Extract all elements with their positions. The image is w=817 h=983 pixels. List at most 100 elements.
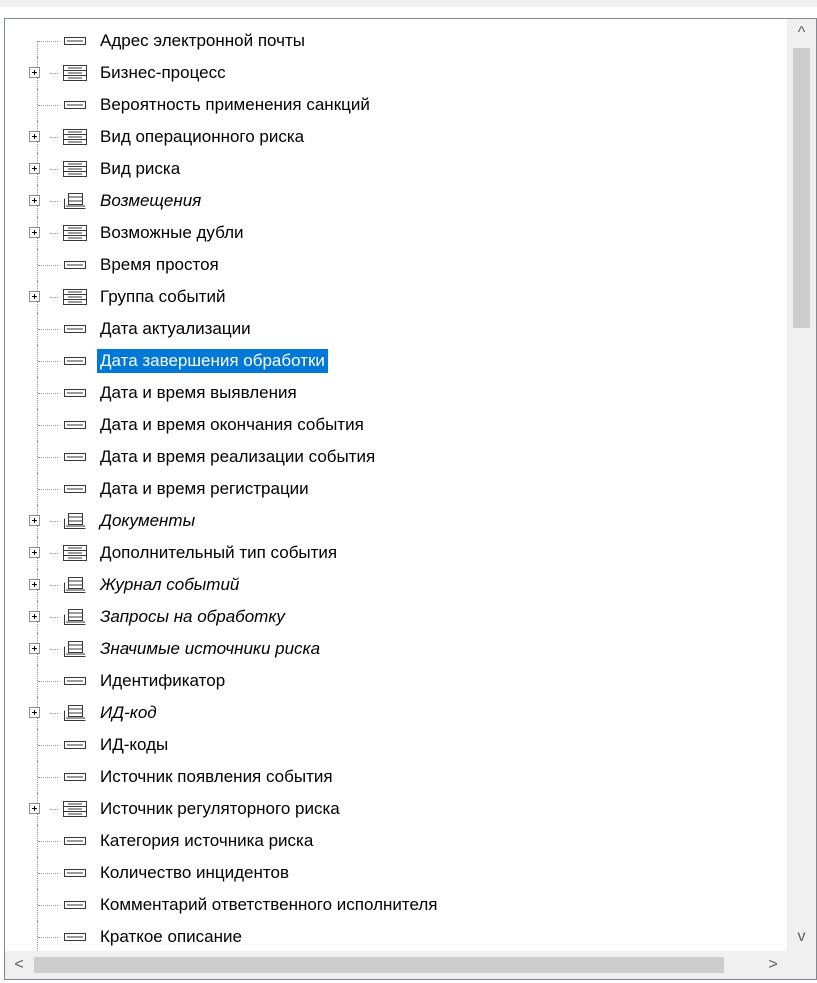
reference-icon [61, 289, 89, 305]
tree-item[interactable]: Группа событий [5, 281, 787, 313]
field-icon [61, 353, 89, 369]
scroll-down-arrow-icon[interactable]: v [787, 923, 816, 951]
field-icon [61, 865, 89, 881]
tree-item-label: Документы [100, 511, 196, 530]
expand-plus-icon[interactable] [29, 707, 40, 718]
tree-item[interactable]: Дата и время реализации события [5, 441, 787, 473]
field-tree[interactable]: Адрес электронной почты Бизнес-процесс Вер… [5, 25, 787, 952]
tree-item[interactable]: Дата и время окончания события [5, 409, 787, 441]
tree-item[interactable]: Вид операционного риска [5, 121, 787, 153]
collection-icon [61, 577, 89, 593]
tree-item[interactable]: Бизнес-процесс [5, 57, 787, 89]
tree-item[interactable]: ИД-код [5, 697, 787, 729]
tree-item[interactable]: Дата завершения обработки [5, 345, 787, 377]
tree-item-label: Источник появления события [100, 767, 333, 786]
field-icon [61, 33, 89, 49]
tree-item-label: Дата завершения обработки [97, 349, 328, 373]
tree-item-label: ИД-коды [100, 735, 169, 754]
tree-connector [38, 425, 58, 426]
reference-icon [61, 129, 89, 145]
field-icon [61, 929, 89, 945]
expand-plus-icon[interactable] [29, 643, 40, 654]
collection-icon [61, 609, 89, 625]
scroll-up-arrow-icon[interactable]: ^ [787, 19, 816, 47]
collection-icon [61, 705, 89, 721]
tree-connector [50, 809, 58, 810]
tree-connector [50, 617, 58, 618]
tree-connector [50, 649, 58, 650]
tree-connector [38, 777, 58, 778]
collection-icon [61, 193, 89, 209]
expand-plus-icon[interactable] [29, 163, 40, 174]
tree-item[interactable]: Документы [5, 505, 787, 537]
field-icon [61, 97, 89, 113]
tree-item-label: Вид операционного риска [100, 127, 305, 146]
vertical-scroll-thumb[interactable] [793, 48, 810, 328]
expand-plus-icon[interactable] [29, 131, 40, 142]
reference-icon [61, 801, 89, 817]
tree-connector [37, 41, 38, 57]
expand-plus-icon[interactable] [29, 611, 40, 622]
tree-connector [50, 553, 58, 554]
expand-plus-icon[interactable] [29, 515, 40, 526]
expand-plus-icon[interactable] [29, 579, 40, 590]
expand-plus-icon[interactable] [29, 803, 40, 814]
vertical-scrollbar[interactable]: ^ v [787, 19, 816, 951]
tree-item[interactable]: Время простоя [5, 249, 787, 281]
reference-icon [61, 65, 89, 81]
tree-item-label: Возможные дубли [100, 223, 244, 242]
scroll-right-arrow-icon[interactable]: > [759, 951, 787, 979]
tree-item[interactable]: Вид риска [5, 153, 787, 185]
tree-item-label: Группа событий [100, 287, 226, 306]
expand-plus-icon[interactable] [29, 195, 40, 206]
tree-connector [50, 201, 58, 202]
tree-item[interactable]: ИД-коды [5, 729, 787, 761]
tree-item[interactable]: Адрес электронной почты [5, 25, 787, 57]
tree-item[interactable]: Идентификатор [5, 665, 787, 697]
tree-item-label: Дата и время выявления [100, 383, 297, 402]
tree-connector [50, 73, 58, 74]
field-icon [61, 321, 89, 337]
tree-item[interactable]: Категория источника риска [5, 825, 787, 857]
tree-item[interactable]: Краткое описание [5, 921, 787, 952]
tree-item[interactable]: Возможные дубли [5, 217, 787, 249]
expand-plus-icon[interactable] [29, 547, 40, 558]
horizontal-scrollbar[interactable]: < > [5, 951, 787, 979]
tree-item[interactable]: Журнал событий [5, 569, 787, 601]
tree-item-label: Идентификатор [100, 671, 226, 690]
tree-item[interactable]: Значимые источники риска [5, 633, 787, 665]
tree-item[interactable]: Дата актуализации [5, 313, 787, 345]
tree-connector [38, 361, 58, 362]
tree-connector [50, 169, 58, 170]
tree-item[interactable]: Дата и время выявления [5, 377, 787, 409]
tree-item-label: Возмещения [100, 191, 202, 210]
tree-item[interactable]: Запросы на обработку [5, 601, 787, 633]
tree-item-label: Вид риска [100, 159, 181, 178]
tree-item-label: Категория источника риска [100, 831, 314, 850]
tree-item-label: Запросы на обработку [100, 607, 285, 626]
tree-item[interactable]: Источник появления события [5, 761, 787, 793]
tree-item[interactable]: Количество инцидентов [5, 857, 787, 889]
scroll-left-arrow-icon[interactable]: < [5, 951, 33, 979]
field-icon [61, 897, 89, 913]
tree-item[interactable]: Дополнительный тип события [5, 537, 787, 569]
tree-connector [38, 265, 58, 266]
tree-connector [38, 457, 58, 458]
tree-item-label: Дополнительный тип события [100, 543, 338, 562]
expand-plus-icon[interactable] [29, 227, 40, 238]
horizontal-scroll-thumb[interactable] [34, 957, 724, 973]
tree-item[interactable]: Источник регуляторного риска [5, 793, 787, 825]
tree-item[interactable]: Комментарий ответственного исполнителя [5, 889, 787, 921]
tree-item-label: Дата и время окончания события [100, 415, 364, 434]
top-strip [0, 0, 817, 7]
reference-icon [61, 225, 89, 241]
tree-connector [38, 873, 58, 874]
tree-item[interactable]: Дата и время регистрации [5, 473, 787, 505]
expand-plus-icon[interactable] [29, 291, 40, 302]
tree-connector [50, 585, 58, 586]
tree-item[interactable]: Возмещения [5, 185, 787, 217]
expand-plus-icon[interactable] [29, 67, 40, 78]
tree-connector [38, 681, 58, 682]
tree-item[interactable]: Вероятность применения санкций [5, 89, 787, 121]
tree-connector [50, 297, 58, 298]
